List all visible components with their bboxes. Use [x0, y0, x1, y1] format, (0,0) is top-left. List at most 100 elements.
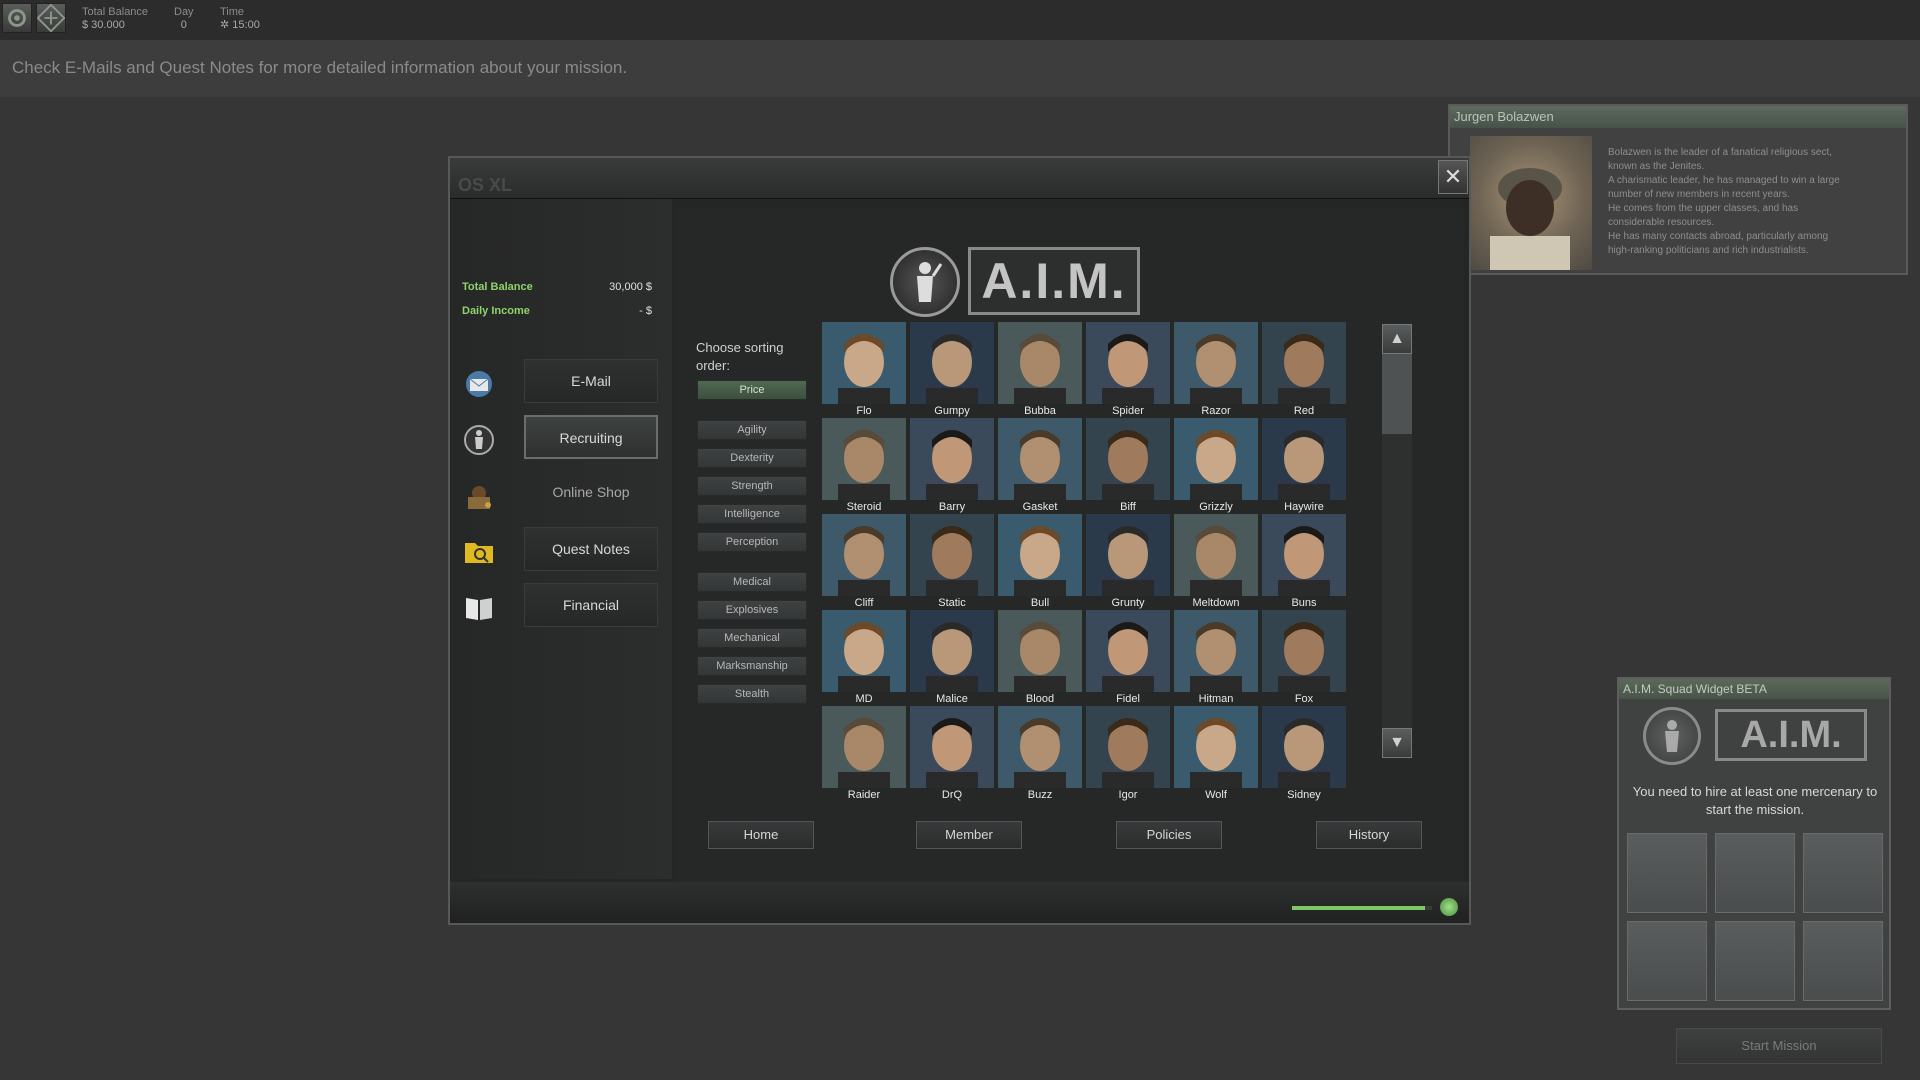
mercenary-card[interactable]: Steroid	[822, 418, 906, 514]
scroll-down-button[interactable]: ▼	[1382, 728, 1412, 758]
mercenary-card[interactable]: Gasket	[998, 418, 1082, 514]
mercenary-card[interactable]: Wolf	[1174, 706, 1258, 802]
settings-gear-icon[interactable]	[2, 3, 32, 33]
mercenary-name: Sidney	[1287, 789, 1321, 801]
mercenary-card[interactable]: MD	[822, 610, 906, 706]
mercenary-portrait	[822, 418, 906, 500]
sort-strength-button[interactable]: Strength	[697, 476, 807, 496]
squad-slot[interactable]	[1803, 921, 1883, 1001]
mercenary-card[interactable]: Fox	[1262, 610, 1346, 706]
connection-progress-bar	[1292, 906, 1432, 910]
mercenary-portrait	[998, 322, 1082, 404]
financial-button[interactable]: Financial	[524, 583, 658, 627]
daily-income-value: - $	[639, 305, 652, 317]
squad-slot[interactable]	[1627, 833, 1707, 913]
folder-search-icon	[462, 535, 496, 569]
sort-agility-button[interactable]: Agility	[697, 420, 807, 440]
nav-item-online-shop[interactable]: Online Shop	[462, 471, 664, 521]
mercenary-name: Static	[938, 597, 966, 609]
mercenary-card[interactable]: Biff	[1086, 418, 1170, 514]
mercenary-portrait	[998, 514, 1082, 596]
tab-policies[interactable]: Policies	[1116, 821, 1222, 849]
mercenary-card[interactable]: Razor	[1174, 322, 1258, 418]
close-button[interactable]: ✕	[1438, 160, 1468, 194]
mercenary-portrait	[822, 514, 906, 596]
sort-price-button[interactable]: Price	[697, 380, 807, 400]
mercenary-card[interactable]: Malice	[910, 610, 994, 706]
mercenary-name: MD	[855, 693, 873, 705]
tab-history[interactable]: History	[1316, 821, 1422, 849]
mercenary-card[interactable]: Cliff	[822, 514, 906, 610]
sort-intelligence-button[interactable]: Intelligence	[697, 504, 807, 524]
sort-mechanical-button[interactable]: Mechanical	[697, 628, 807, 648]
map-icon[interactable]	[36, 3, 66, 33]
mercenary-card[interactable]: Meltdown	[1174, 514, 1258, 610]
info-line: He comes from the upper classes, and has	[1608, 203, 1799, 214]
progress-fill	[1292, 906, 1425, 910]
mercenary-name: Bubba	[1024, 405, 1056, 417]
mercenary-card[interactable]: DrQ	[910, 706, 994, 802]
mercenary-card[interactable]: Gumpy	[910, 322, 994, 418]
mercenary-portrait	[1262, 706, 1346, 788]
scrollbar-thumb[interactable]	[1382, 354, 1412, 434]
mercenary-portrait	[910, 706, 994, 788]
mercenary-card[interactable]: Raider	[822, 706, 906, 802]
sort-stealth-button[interactable]: Stealth	[697, 684, 807, 704]
nav-item-recruiting[interactable]: Recruiting	[462, 415, 664, 465]
tab-home[interactable]: Home	[708, 821, 814, 849]
sort-medical-button[interactable]: Medical	[697, 572, 807, 592]
sort-perception-button[interactable]: Perception	[697, 532, 807, 552]
mercenary-card[interactable]: Grunty	[1086, 514, 1170, 610]
sort-explosives-button[interactable]: Explosives	[697, 600, 807, 620]
mercenary-name: Steroid	[846, 501, 882, 513]
mercenary-card[interactable]: Spider	[1086, 322, 1170, 418]
mercenary-portrait	[1174, 706, 1258, 788]
squad-slot[interactable]	[1715, 833, 1795, 913]
mercenary-portrait	[910, 418, 994, 500]
mercenary-name: Buns	[1291, 597, 1317, 609]
daily-income-label: Daily Income	[462, 305, 530, 317]
online-shop-button[interactable]: Online Shop	[524, 471, 658, 515]
mercenary-card[interactable]: Flo	[822, 322, 906, 418]
mercenary-portrait	[1086, 610, 1170, 692]
window-title-bar: OS XL ✕	[450, 158, 1469, 199]
mercenary-card[interactable]: Bull	[998, 514, 1082, 610]
window-balance-label: Total Balance	[462, 281, 533, 293]
nav-item-financial[interactable]: Financial	[462, 583, 664, 633]
start-mission-button[interactable]: Start Mission	[1676, 1028, 1882, 1064]
mercenary-card[interactable]: Static	[910, 514, 994, 610]
quest-notes-button[interactable]: Quest Notes	[524, 527, 658, 571]
mercenary-name: Red	[1293, 405, 1315, 417]
recruiting-button[interactable]: Recruiting	[524, 415, 658, 459]
mercenary-card[interactable]: Hitman	[1174, 610, 1258, 706]
tab-member[interactable]: Member	[916, 821, 1022, 849]
squad-slot[interactable]	[1627, 921, 1707, 1001]
mercenary-card[interactable]: Buzz	[998, 706, 1082, 802]
squad-slot[interactable]	[1803, 833, 1883, 913]
mercenary-card[interactable]: Barry	[910, 418, 994, 514]
squad-aim-badge-icon	[1643, 707, 1701, 765]
mercenary-portrait	[1262, 514, 1346, 596]
scroll-up-button[interactable]: ▲	[1382, 324, 1412, 354]
squad-slot[interactable]	[1715, 921, 1795, 1001]
nav-item-email[interactable]: E-Mail	[462, 359, 664, 409]
mercenary-name: Flo	[856, 405, 872, 417]
sort-dexterity-button[interactable]: Dexterity	[697, 448, 807, 468]
mercenary-card[interactable]: Blood	[998, 610, 1082, 706]
mercenary-portrait	[1086, 514, 1170, 596]
mercenary-card[interactable]: Sidney	[1262, 706, 1346, 802]
mercenary-card[interactable]: Grizzly	[1174, 418, 1258, 514]
window-balance-value: 30,000 $	[609, 281, 652, 293]
sort-marksmanship-button[interactable]: Marksmanship	[697, 656, 807, 676]
scrollbar-track[interactable]	[1382, 354, 1412, 728]
email-button[interactable]: E-Mail	[524, 359, 658, 403]
mercenary-card[interactable]: Red	[1262, 322, 1346, 418]
mercenary-card[interactable]: Buns	[1262, 514, 1346, 610]
nav-item-quest-notes[interactable]: Quest Notes	[462, 527, 664, 577]
mercenary-card[interactable]: Igor	[1086, 706, 1170, 802]
mercenary-card[interactable]: Bubba	[998, 322, 1082, 418]
mercenary-card[interactable]: Haywire	[1262, 418, 1346, 514]
mercenary-portrait	[910, 514, 994, 596]
left-sidebar: Total Balance 30,000 $ Daily Income - $ …	[450, 199, 672, 879]
mercenary-card[interactable]: Fidel	[1086, 610, 1170, 706]
